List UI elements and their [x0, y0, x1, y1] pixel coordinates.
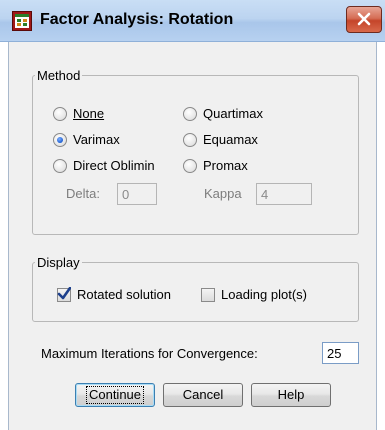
radio-none-label-text: None	[73, 106, 105, 121]
radio-promax-label: Promax	[203, 158, 248, 173]
method-group: Method	[32, 68, 359, 235]
radio-direct-oblimin-label: Direct Oblimin	[73, 158, 155, 173]
delta-label: Delta:	[66, 186, 100, 201]
continue-button-label: Continue	[85, 386, 145, 404]
method-legend: Method	[37, 68, 81, 83]
close-icon	[357, 12, 371, 26]
kappa-label: Kappa	[204, 186, 242, 201]
radio-promax[interactable]	[183, 159, 197, 173]
close-button[interactable]	[346, 6, 382, 33]
radio-direct-oblimin[interactable]	[53, 159, 67, 173]
cancel-button[interactable]: Cancel	[163, 383, 243, 407]
radio-varimax[interactable]	[53, 133, 67, 147]
radio-varimax-label: Varimax	[73, 132, 120, 147]
max-iterations-input[interactable]: 25	[322, 342, 359, 364]
help-button[interactable]: Help	[251, 383, 331, 407]
checkmark-icon	[57, 287, 71, 300]
radio-none[interactable]	[53, 107, 67, 121]
radio-none-label: None	[73, 106, 104, 121]
factor-analysis-rotation-dialog: Factor Analysis: Rotation Method None Qu…	[0, 0, 385, 430]
radio-equamax-label: Equamax	[203, 132, 258, 147]
radio-quartimax[interactable]	[183, 107, 197, 121]
delta-input[interactable]: 0	[117, 183, 157, 205]
continue-button[interactable]: Continue	[75, 383, 155, 407]
title-bar[interactable]: Factor Analysis: Rotation	[0, 0, 385, 42]
loading-plots-checkbox[interactable]	[201, 288, 215, 302]
rotated-solution-checkbox[interactable]	[57, 287, 71, 302]
spss-dialog-icon	[12, 11, 32, 31]
max-iterations-label: Maximum Iterations for Convergence:	[41, 346, 258, 361]
radio-quartimax-label: Quartimax	[203, 106, 263, 121]
loading-plots-label: Loading plot(s)	[221, 287, 307, 302]
rotated-solution-label: Rotated solution	[77, 287, 171, 302]
kappa-input[interactable]: 4	[256, 183, 312, 205]
radio-equamax[interactable]	[183, 133, 197, 147]
window-title: Factor Analysis: Rotation	[40, 11, 234, 28]
display-legend: Display	[37, 255, 80, 270]
